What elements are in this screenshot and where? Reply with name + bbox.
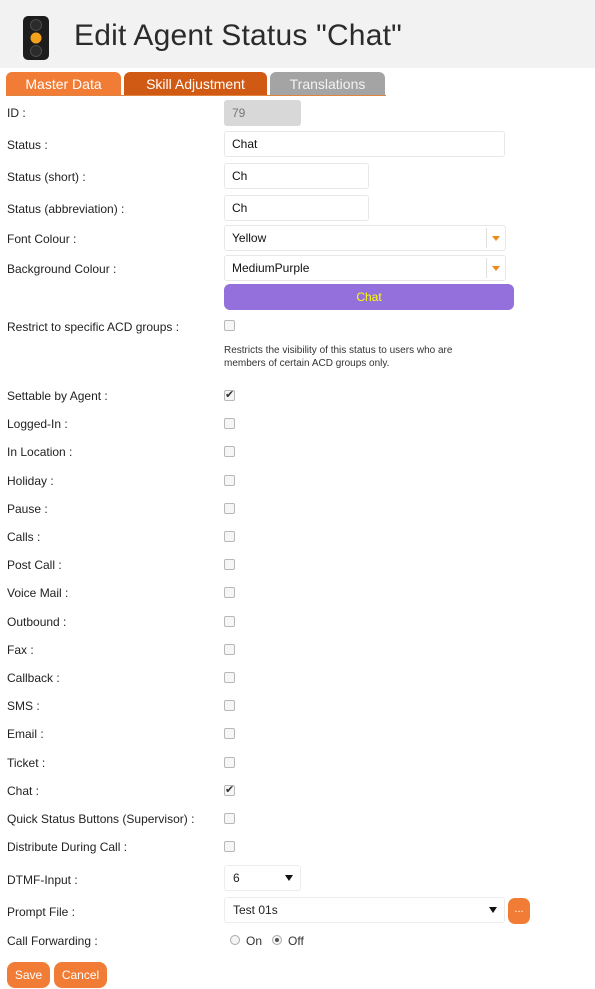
distribute-during-call-label: Distribute During Call :: [7, 840, 128, 854]
background-colour-value: MediumPurple: [232, 261, 310, 275]
id-field: 79: [224, 100, 301, 126]
voice-mail-checkbox[interactable]: [224, 587, 235, 598]
email-label: Email :: [7, 727, 44, 741]
dtmf-input-select[interactable]: 6: [224, 865, 301, 891]
restrict-acd-checkbox[interactable]: [224, 320, 235, 331]
save-button[interactable]: Save: [7, 962, 50, 988]
quick-status-buttons-supervisor-checkbox[interactable]: [224, 813, 235, 824]
outbound-checkbox[interactable]: [224, 616, 235, 627]
tab-skill-adjustment[interactable]: Skill Adjustment: [124, 72, 267, 96]
fax-checkbox[interactable]: [224, 644, 235, 655]
post-call-checkbox[interactable]: [224, 559, 235, 570]
callback-checkbox[interactable]: [224, 672, 235, 683]
in-location-label: In Location :: [7, 445, 73, 459]
pause-label: Pause :: [7, 502, 48, 516]
status-short-label: Status (short) :: [7, 170, 86, 184]
caret-down-icon: [285, 875, 293, 881]
in-location-checkbox[interactable]: [224, 446, 235, 457]
chat-checkbox[interactable]: [224, 783, 235, 796]
quick-status-buttons-supervisor-label: Quick Status Buttons (Supervisor) :: [7, 812, 195, 826]
chevron-down-icon[interactable]: [486, 258, 505, 278]
distribute-during-call-checkbox[interactable]: [224, 841, 235, 852]
traffic-light-icon: [23, 16, 49, 60]
tab-master-data[interactable]: Master Data: [6, 72, 121, 96]
settable-by-agent-label: Settable by Agent :: [7, 389, 108, 403]
page-title: Edit Agent Status "Chat": [74, 19, 402, 52]
font-colour-label: Font Colour :: [7, 232, 77, 246]
status-input[interactable]: Chat: [224, 131, 505, 157]
restrict-acd-label: Restrict to specific ACD groups :: [7, 320, 180, 334]
chat-label: Chat :: [7, 784, 40, 798]
fax-label: Fax :: [7, 643, 34, 657]
dtmf-input-value: 6: [233, 871, 240, 885]
pause-checkbox[interactable]: [224, 503, 235, 514]
chevron-down-icon[interactable]: [486, 228, 505, 248]
forwarding-on-label: On: [246, 934, 263, 948]
background-colour-select[interactable]: MediumPurple: [224, 255, 506, 281]
forwarding-on-radio[interactable]: [230, 935, 240, 945]
holiday-checkbox[interactable]: [224, 475, 235, 486]
dtmf-input-label: DTMF-Input :: [7, 873, 78, 887]
prompt-file-label: Prompt File :: [7, 905, 76, 919]
tab-translations[interactable]: Translations: [270, 72, 385, 96]
tab-underline: [6, 95, 386, 96]
font-colour-select[interactable]: Yellow: [224, 225, 506, 251]
forwarding-off-radio[interactable]: [272, 935, 282, 945]
background-colour-label: Background Colour :: [7, 262, 117, 276]
page-header: Edit Agent Status "Chat": [0, 0, 595, 68]
status-abbreviation-label: Status (abbreviation) :: [7, 202, 125, 216]
email-checkbox[interactable]: [224, 728, 235, 739]
calls-label: Calls :: [7, 530, 41, 544]
forwarding-off-label: Off: [288, 934, 304, 948]
status-preview: Chat: [224, 284, 514, 310]
sms-checkbox[interactable]: [224, 700, 235, 711]
calls-checkbox[interactable]: [224, 531, 235, 542]
prompt-file-value: Test 01s: [233, 903, 278, 917]
caret-down-icon: [489, 907, 497, 913]
prompt-browse-button[interactable]: ...: [508, 898, 530, 924]
cancel-button[interactable]: Cancel: [54, 962, 107, 988]
callback-label: Callback :: [7, 671, 60, 685]
status-label: Status :: [7, 138, 48, 152]
logged-in-checkbox[interactable]: [224, 418, 235, 429]
call-forwarding-label: Call Forwarding :: [7, 934, 98, 948]
status-short-input[interactable]: Ch: [224, 163, 369, 189]
ticket-label: Ticket :: [7, 756, 46, 770]
prompt-file-select[interactable]: Test 01s: [224, 897, 505, 923]
settable-by-agent-checkbox[interactable]: [224, 388, 235, 401]
ticket-checkbox[interactable]: [224, 757, 235, 768]
logged-in-label: Logged-In :: [7, 417, 68, 431]
sms-label: SMS :: [7, 699, 40, 713]
post-call-label: Post Call :: [7, 558, 62, 572]
holiday-label: Holiday :: [7, 474, 54, 488]
font-colour-value: Yellow: [232, 231, 267, 245]
status-abbreviation-input[interactable]: Ch: [224, 195, 369, 221]
id-label: ID :: [7, 106, 26, 120]
restrict-acd-hint: Restricts the visibility of this status …: [224, 345, 453, 369]
outbound-label: Outbound :: [7, 615, 67, 629]
voice-mail-label: Voice Mail :: [7, 586, 69, 600]
